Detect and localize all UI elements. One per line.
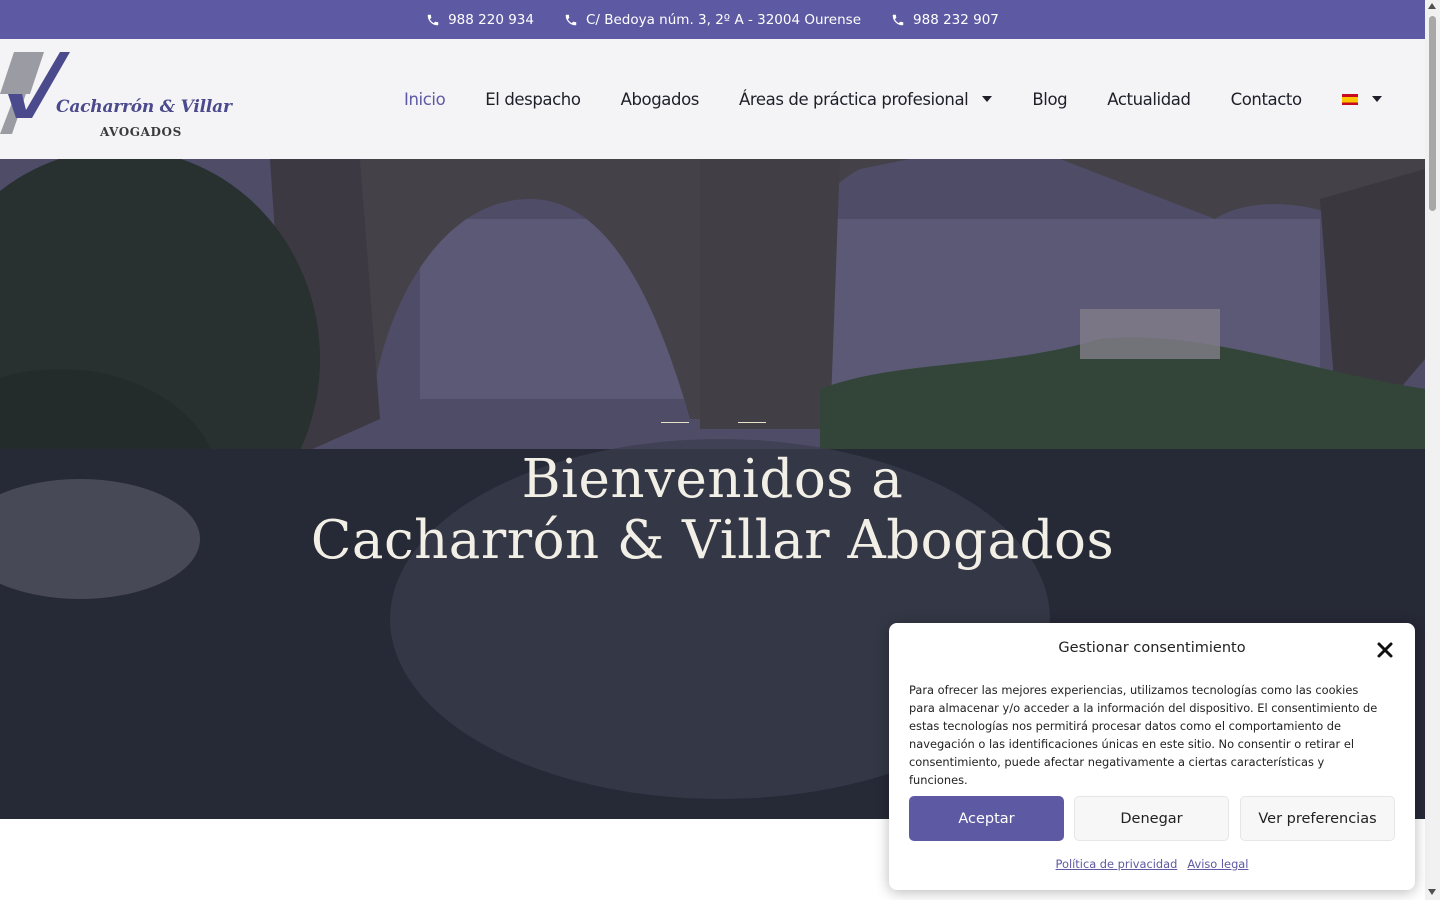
accept-button[interactable]: Aceptar [909,796,1064,841]
cookie-links: Política de privacidad Aviso legal [889,857,1415,871]
nav-item-el-despacho[interactable]: El despacho [485,89,581,109]
privacy-policy-link[interactable]: Política de privacidad [1056,857,1178,871]
phone-icon [565,14,577,25]
nav-item-abogados[interactable]: Abogados [620,89,700,109]
language-selector[interactable] [1341,93,1382,105]
nav-label: Actualidad [1107,89,1191,109]
nav-label: Inicio [404,89,446,109]
address-text: C/ Bedoya núm. 3, 2º A - 32004 Ourense [585,11,862,28]
nav-item-actualidad[interactable]: Actualidad [1107,89,1191,109]
hero-title: Bienvenidos a Cacharrón & Villar Abogado… [0,449,1425,571]
phone-contact-2[interactable]: 988 232 907 [891,12,999,28]
cookie-dialog-text: Para ofrecer las mejores experiencias, u… [909,683,1378,787]
site-logo[interactable]: Cacharrón & Villar AVOGADOS [0,52,232,139]
nav-label: El despacho [485,89,581,109]
nav-item-blog[interactable]: Blog [1032,90,1067,109]
phone-icon [427,14,439,25]
cookie-dialog-title: Gestionar consentimiento [1058,640,1246,656]
nav-label: Abogados [620,89,700,109]
scroll-up-arrow-icon[interactable] [1428,3,1436,9]
spain-flag-icon [1341,93,1358,105]
address-contact[interactable]: C/ Bedoya núm. 3, 2º A - 32004 Ourense [564,12,861,28]
page-scrollbar[interactable] [1425,0,1440,900]
hero-title-line-2: Cacharrón & Villar Abogados [310,510,1115,571]
site-header: Cacharrón & Villar AVOGADOS Inicio El de… [0,39,1425,159]
logo-subtitle: AVOGADOS [100,125,182,139]
phone-icon [892,14,904,25]
phone-2-text: 988 232 907 [913,11,999,28]
logo-mark-icon [0,52,70,134]
top-contact-bar: 988 220 934 C/ Bedoya núm. 3, 2º A - 320… [0,0,1425,39]
nav-label: Contacto [1230,89,1302,109]
chevron-down-icon [1371,96,1382,102]
phone-contact-1[interactable]: 988 220 934 [426,12,534,28]
hero-decorative-lines [661,422,766,424]
nav-item-inicio[interactable]: Inicio [404,89,446,109]
main-nav: Inicio El despacho Abogados Áreas de prá… [404,39,1382,159]
scrollbar-thumb[interactable] [1429,16,1436,211]
nav-item-areas-practica[interactable]: Áreas de práctica profesional [738,89,993,109]
deny-button[interactable]: Denegar [1074,796,1229,841]
view-preferences-button[interactable]: Ver preferencias [1240,796,1395,841]
nav-label: Áreas de práctica profesional [738,89,969,109]
legal-notice-link[interactable]: Aviso legal [1187,857,1248,871]
logo-name: Cacharrón & Villar [56,97,232,117]
hero-title-line-1: Bienvenidos a [521,449,904,510]
phone-1-text: 988 220 934 [448,11,534,28]
scroll-down-arrow-icon[interactable] [1428,889,1436,895]
cookie-consent-dialog: Gestionar consentimiento Para ofrecer la… [889,623,1415,890]
nav-item-contacto[interactable]: Contacto [1231,90,1302,109]
chevron-down-icon [982,96,993,102]
close-icon[interactable] [1376,641,1394,659]
nav-label: Blog [1032,89,1068,109]
